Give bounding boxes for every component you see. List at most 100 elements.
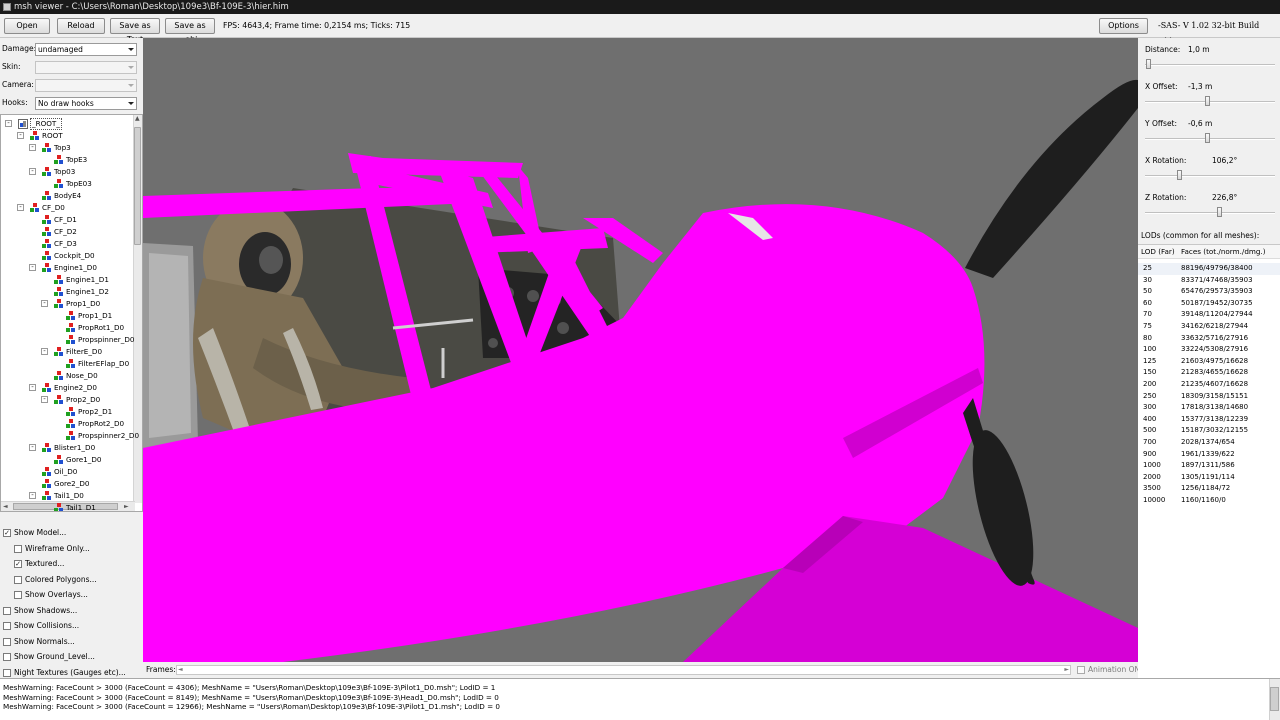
animation-checkbox[interactable]	[1077, 666, 1085, 674]
checkbox-unchecked[interactable]	[3, 668, 11, 677]
option-label: Colored Polygons...	[25, 574, 97, 584]
log-scroll-thumb[interactable]	[1270, 687, 1279, 711]
damage-select[interactable]: undamaged	[35, 43, 137, 56]
lod-faces: 15187/3032/12155	[1181, 426, 1249, 435]
collapse-icon[interactable]: -	[29, 168, 36, 175]
collapse-icon[interactable]: -	[41, 300, 48, 307]
slider-track[interactable]	[1145, 138, 1275, 140]
lod-row[interactable]: 10000 1160/1160/0	[1138, 495, 1280, 507]
3d-viewport[interactable]	[143, 38, 1138, 662]
collapse-icon[interactable]: -	[17, 204, 24, 211]
damage-row: Damage: undamaged	[0, 40, 143, 58]
lod-row[interactable]: 125 21603/4975/16628	[1138, 356, 1280, 368]
camera-label: Camera:	[2, 80, 34, 89]
option-label: Show Model...	[14, 528, 67, 537]
lod-row[interactable]: 80 33632/5716/27916	[1138, 333, 1280, 345]
slider-track[interactable]	[1145, 101, 1275, 103]
checkbox-checked[interactable]: ✓	[3, 529, 11, 537]
collapse-icon[interactable]: -	[29, 384, 36, 391]
collapse-icon[interactable]: -	[29, 144, 36, 151]
lod-row[interactable]: 100 33224/5308/27916	[1138, 344, 1280, 356]
tree-item-label: Top3	[54, 143, 71, 152]
checkbox-checked[interactable]: ✓	[14, 560, 22, 568]
lod-row[interactable]: 50 65476/29573/35903	[1138, 286, 1280, 298]
lod-row[interactable]: 300 17818/3138/14680	[1138, 402, 1280, 414]
lod-faces: 1160/1160/0	[1181, 496, 1226, 504]
open-button[interactable]: Open	[4, 18, 50, 34]
options-button[interactable]: Options	[1099, 18, 1148, 34]
lod-row[interactable]: 1000 1897/1311/586	[1138, 460, 1280, 472]
lod-row[interactable]: 500 15187/3032/12155	[1138, 425, 1280, 437]
checkbox-unchecked[interactable]	[14, 591, 22, 599]
log-line: MeshWarning: FaceCount > 3000 (FaceCount…	[3, 692, 499, 702]
checkbox-unchecked[interactable]	[14, 544, 22, 553]
slider-thumb[interactable]	[1146, 59, 1152, 69]
slider-thumb[interactable]	[1204, 96, 1210, 106]
checkbox-unchecked[interactable]	[3, 606, 11, 615]
scroll-left-icon[interactable]: ◄	[178, 666, 183, 674]
save-as-text-button[interactable]: Save as Text	[110, 18, 160, 44]
frames-slider[interactable]: ◄ ►	[176, 665, 1213, 675]
lod-row[interactable]: 75 34162/6218/27944	[1138, 321, 1280, 333]
collapse-icon[interactable]: -	[29, 492, 36, 499]
lod-header-far[interactable]: LOD (Far)	[1141, 245, 1175, 259]
lod-row[interactable]: 900 1961/1339/622	[1138, 449, 1280, 461]
lod-row[interactable]: 25 88196/49796/38400	[1138, 263, 1280, 275]
slider-track[interactable]	[1145, 212, 1275, 214]
lod-faces: 1256/1184/72	[1181, 484, 1231, 493]
collapse-icon[interactable]: -	[17, 132, 24, 139]
lod-row[interactable]: 700 2028/1374/654	[1138, 437, 1280, 449]
checkbox-unchecked[interactable]	[3, 637, 11, 646]
collapse-icon[interactable]: -	[41, 396, 48, 403]
collapse-icon[interactable]: -	[41, 348, 48, 355]
lod-row[interactable]: 30 83371/47468/35903	[1138, 275, 1280, 287]
collapse-icon[interactable]: -	[5, 120, 12, 127]
camera-select[interactable]	[35, 79, 137, 92]
scroll-left-icon[interactable]: ◄	[3, 503, 8, 510]
lod-header-faces[interactable]: Faces (tot./norm./dmg.)	[1181, 245, 1266, 259]
lod-row[interactable]: 150 21283/4655/16628	[1138, 367, 1280, 379]
hierarchy-tree[interactable]: ▲ ◄ ► - _ROOT_ - ROOT - Top3 TopE3- Top03 TopE03…	[0, 114, 143, 512]
reload-button[interactable]: Reload	[57, 18, 105, 34]
checkbox-unchecked[interactable]	[14, 575, 22, 584]
slider-track[interactable]	[1145, 175, 1275, 177]
lod-row[interactable]: 250 18309/3158/15151	[1138, 391, 1280, 403]
collapse-icon[interactable]: -	[29, 264, 36, 271]
lod-row[interactable]: 2000 1305/1191/114	[1138, 472, 1280, 484]
slider-thumb[interactable]	[1177, 170, 1183, 180]
lod-row[interactable]: 60 50187/19452/30735	[1138, 298, 1280, 310]
skin-label: Skin:	[2, 62, 21, 71]
slider-value: -0,6 m	[1188, 119, 1213, 128]
checkbox-unchecked[interactable]	[3, 622, 11, 630]
tree-vertical-scrollbar[interactable]: ▲	[133, 115, 142, 503]
log-scrollbar[interactable]	[1269, 679, 1280, 720]
save-as-obj-button[interactable]: Save as .obj	[165, 18, 215, 44]
slider-thumb[interactable]	[1204, 133, 1210, 143]
log-line: MeshWarning: FaceCount > 3000 (FaceCount…	[3, 702, 500, 711]
scroll-right-icon[interactable]: ►	[124, 503, 129, 510]
propeller	[963, 79, 1138, 586]
scroll-up-icon[interactable]: ▲	[135, 115, 140, 122]
scroll-right-icon[interactable]: ►	[1064, 666, 1069, 674]
collapse-icon[interactable]: -	[29, 444, 36, 451]
tree-item-label: FilterE_D0	[66, 347, 103, 356]
window-title: msh viewer - C:\Users\Roman\Desktop\109e…	[14, 2, 289, 12]
message-log[interactable]: MeshWarning: FaceCount > 3000 (FaceCount…	[0, 678, 1280, 720]
lod-row[interactable]: 400 15377/3138/12239	[1138, 414, 1280, 426]
group-node-icon	[54, 395, 64, 405]
slider-track[interactable]	[1145, 64, 1275, 66]
lod-row[interactable]: 200 21235/4607/16628	[1138, 379, 1280, 391]
lod-table[interactable]: LOD (Far) Faces (tot./norm./dmg.) 25 8819…	[1138, 244, 1280, 678]
slider-thumb[interactable]	[1217, 207, 1223, 217]
lod-row[interactable]: 3500 1256/1184/72	[1138, 483, 1280, 495]
option-label: Show Ground_Level...	[14, 652, 95, 661]
hooks-select[interactable]: No draw hooks	[35, 97, 137, 110]
tree-scroll-thumb[interactable]	[134, 127, 141, 245]
title-bar: msh viewer - C:\Users\Roman\Desktop\109e…	[0, 0, 1280, 14]
lod-title: LODs (common for all meshes):	[1141, 231, 1260, 240]
lod-row[interactable]: 70 39148/11204/27944	[1138, 309, 1280, 321]
lod-faces: 83371/47468/35903	[1181, 275, 1253, 284]
checkbox-unchecked[interactable]	[3, 653, 11, 661]
skin-select[interactable]	[35, 61, 137, 74]
frames-track[interactable]: ◄ ►	[176, 665, 1071, 675]
